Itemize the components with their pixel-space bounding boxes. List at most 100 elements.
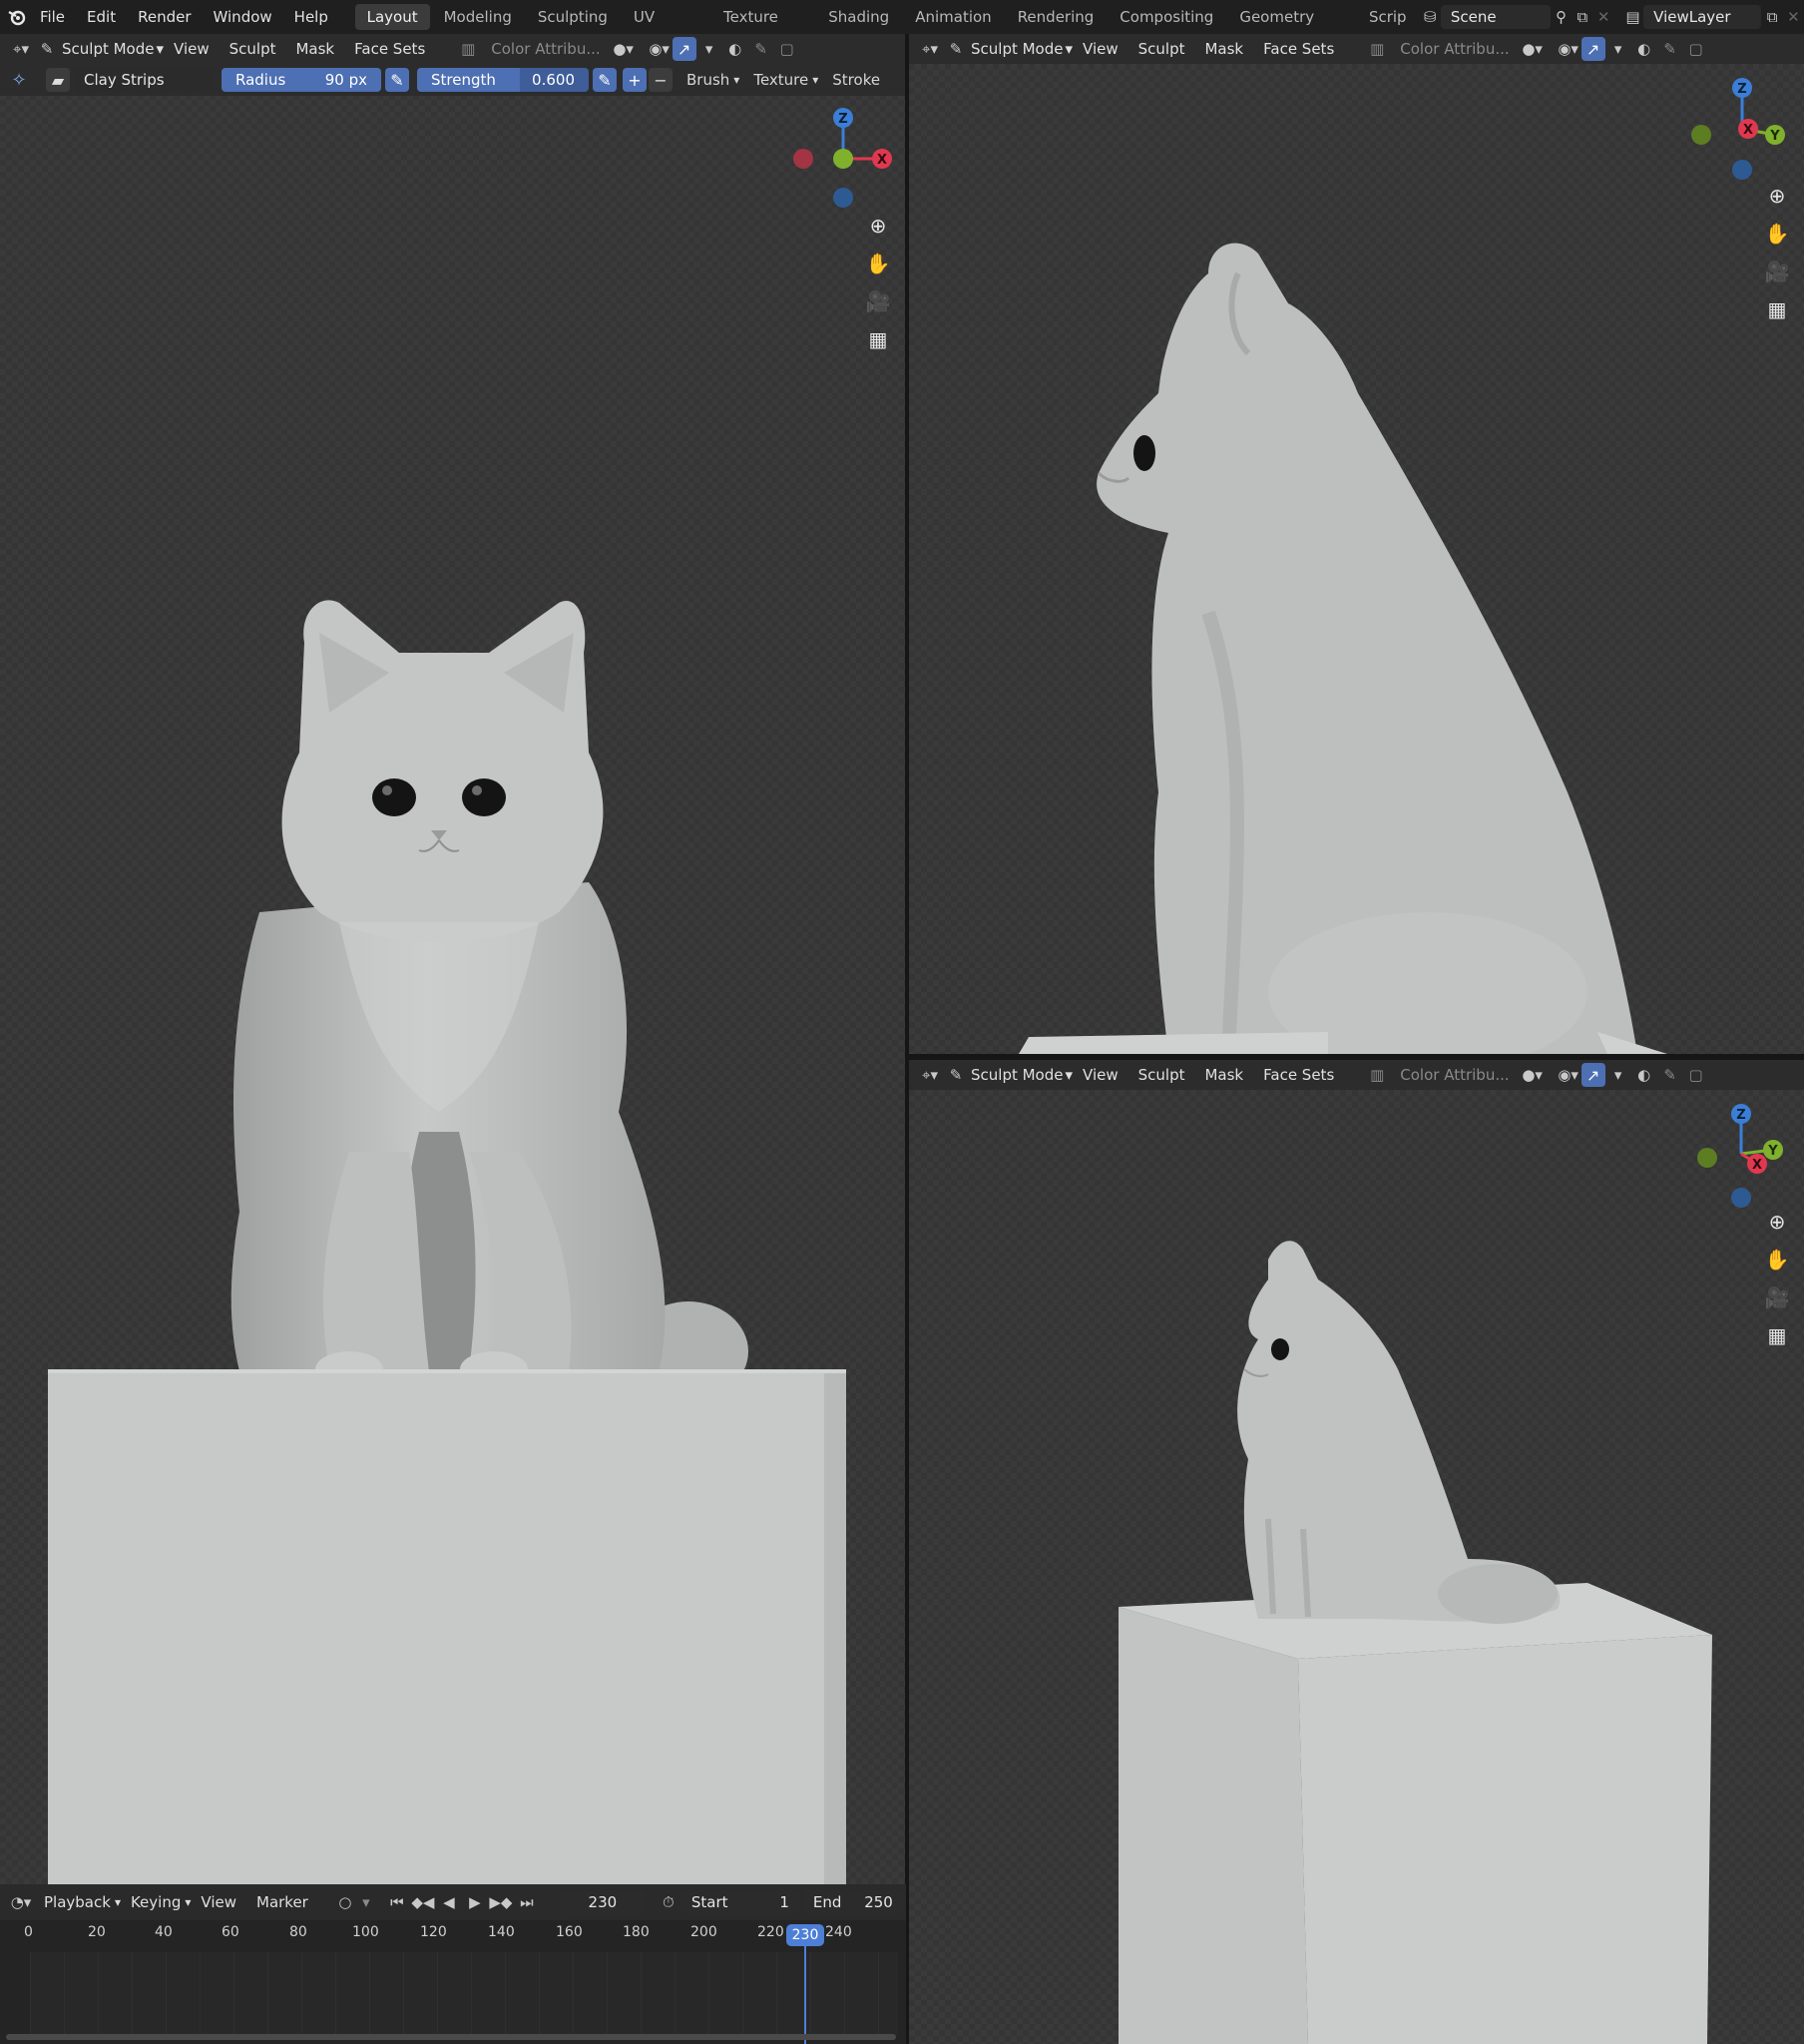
cat-model-perspective[interactable]: [909, 1220, 1804, 2044]
jump-start-icon[interactable]: ⏮: [384, 1890, 410, 1914]
navigation-gizmo-side[interactable]: Z Y X: [1683, 70, 1803, 190]
subtract-direction-icon[interactable]: −: [649, 68, 673, 92]
play-icon[interactable]: ▶: [462, 1890, 488, 1914]
menu-mask[interactable]: Mask: [1194, 40, 1253, 58]
radius-pressure-icon[interactable]: ✎: [385, 68, 409, 92]
view-layer-icon[interactable]: ▤: [1622, 5, 1643, 29]
pivot-icon[interactable]: ●▾: [611, 37, 637, 61]
tab-modeling[interactable]: Modeling: [432, 4, 524, 30]
pivot-icon[interactable]: ●▾: [1520, 37, 1546, 61]
neg-x-axis-icon[interactable]: [793, 149, 813, 169]
perspective-grid-icon[interactable]: ▦: [862, 323, 894, 355]
overlay-icon[interactable]: ▾: [696, 37, 722, 61]
auto-keying-icon[interactable]: ○: [332, 1890, 358, 1914]
xray-icon[interactable]: ✎: [1657, 37, 1683, 61]
menu-texture[interactable]: Texture: [739, 71, 812, 89]
menu-mask[interactable]: Mask: [1194, 1066, 1253, 1084]
pan-hand-icon[interactable]: ✋: [862, 248, 894, 279]
wireframe-icon[interactable]: ▢: [1683, 1063, 1709, 1087]
mode-selector[interactable]: Sculpt Mode: [969, 40, 1073, 58]
timeline-keyframe-area[interactable]: [30, 1952, 898, 2036]
overlay-icon[interactable]: ▾: [1605, 37, 1631, 61]
neg-y-axis-icon[interactable]: [1691, 125, 1711, 145]
keying-set-icon[interactable]: ▾: [358, 1890, 374, 1914]
tab-shading[interactable]: Shading: [816, 4, 901, 30]
neg-z-axis-icon[interactable]: [833, 188, 853, 208]
close-scene-icon[interactable]: ✕: [1593, 5, 1614, 29]
menu-sculpt[interactable]: Sculpt: [220, 40, 286, 58]
editor-type-icon[interactable]: ⌖▾: [917, 37, 943, 61]
menu-mask[interactable]: Mask: [285, 40, 344, 58]
zoom-icon[interactable]: ⊕: [862, 210, 894, 242]
xray-icon[interactable]: ✎: [1657, 1063, 1683, 1087]
jump-keyframe-back-icon[interactable]: ◆◀: [410, 1890, 436, 1914]
viewport-side[interactable]: ⌖▾ ✎ Sculpt Mode ▾ View Sculpt Mask Face…: [909, 34, 1804, 1054]
cat-model-side[interactable]: [909, 234, 1804, 1054]
add-direction-icon[interactable]: +: [623, 68, 647, 92]
color-attribute-field[interactable]: Color Attribu...: [1390, 40, 1519, 58]
neg-z-axis-icon[interactable]: [1732, 160, 1752, 180]
tab-layout[interactable]: Layout: [354, 4, 430, 30]
menu-playback[interactable]: Playback: [34, 1893, 115, 1911]
color-attribute-field[interactable]: Color Attribu...: [481, 40, 610, 58]
xray-icon[interactable]: ✎: [748, 37, 774, 61]
current-frame-field[interactable]: 230: [559, 1890, 646, 1914]
viewport-front[interactable]: ⌖▾ ✎ Sculpt Mode ▾ View Sculpt Mask Face…: [0, 34, 905, 1884]
editor-type-icon[interactable]: ⌖▾: [8, 37, 34, 61]
menu-sculpt[interactable]: Sculpt: [1128, 40, 1195, 58]
menu-timeline-view[interactable]: View: [191, 1893, 246, 1911]
scene-icon[interactable]: ⛁: [1420, 5, 1441, 29]
strength-slider[interactable]: Strength 0.600: [417, 68, 589, 92]
cat-model-front[interactable]: [0, 593, 905, 1884]
color-attribute-field[interactable]: Color Attribu...: [1390, 1066, 1519, 1084]
navigation-gizmo[interactable]: Z X: [784, 100, 904, 220]
editor-type-icon[interactable]: ⌖▾: [917, 1063, 943, 1087]
menu-face-sets[interactable]: Face Sets: [1253, 1066, 1344, 1084]
timeline-editor-type-icon[interactable]: ◔▾: [8, 1890, 34, 1914]
timeline-editor[interactable]: ◔▾ Playback ▾ Keying ▾ View Marker ○ ▾ ⏮ ◆…: [0, 1884, 906, 2044]
zoom-icon[interactable]: ⊕: [1761, 180, 1793, 212]
playhead-line[interactable]: [804, 1944, 806, 2044]
gizmo-toggle-icon[interactable]: ↗: [672, 37, 696, 61]
gizmo-toggle-icon[interactable]: ↗: [1580, 37, 1605, 61]
view-layer-field[interactable]: ViewLayer: [1643, 5, 1762, 29]
tab-compositing[interactable]: Compositing: [1108, 4, 1225, 30]
menu-keying[interactable]: Keying: [121, 1893, 185, 1911]
y-axis-icon[interactable]: [833, 149, 853, 169]
tab-sculpting[interactable]: Sculpting: [526, 4, 620, 30]
menu-stroke[interactable]: Stroke: [818, 71, 884, 89]
playhead-label[interactable]: 230: [786, 1924, 824, 1946]
shading-icon[interactable]: ◐: [1631, 1063, 1657, 1087]
mode-selector[interactable]: Sculpt Mode: [60, 40, 164, 58]
overlay-icon[interactable]: ▾: [1605, 1063, 1631, 1087]
brush-icon[interactable]: ✧: [6, 68, 32, 92]
visibility-icon[interactable]: ◉▾: [1556, 37, 1581, 61]
menu-view[interactable]: View: [1073, 40, 1128, 58]
menu-render[interactable]: Render: [127, 0, 202, 34]
tab-scripting[interactable]: Scrip: [1357, 4, 1419, 30]
blender-logo-icon[interactable]: [6, 5, 29, 29]
camera-view-icon[interactable]: 🎥: [862, 285, 894, 317]
pin-icon[interactable]: ⚲: [1551, 5, 1572, 29]
menu-face-sets[interactable]: Face Sets: [1253, 40, 1344, 58]
end-frame-field[interactable]: End 250: [802, 1890, 903, 1914]
pivot-icon[interactable]: ●▾: [1520, 1063, 1546, 1087]
navigation-gizmo-perspective[interactable]: Z Y X: [1683, 1098, 1803, 1218]
visibility-icon[interactable]: ◉▾: [1556, 1063, 1581, 1087]
menu-brush[interactable]: Brush: [673, 71, 733, 89]
tab-uv-editing[interactable]: UV Editing: [622, 4, 709, 52]
visibility-icon[interactable]: ◉▾: [647, 37, 673, 61]
play-reverse-icon[interactable]: ◀: [436, 1890, 462, 1914]
menu-edit[interactable]: Edit: [76, 0, 127, 34]
menu-sculpt[interactable]: Sculpt: [1128, 1066, 1195, 1084]
brush-name-field[interactable]: Clay Strips: [74, 68, 214, 92]
start-frame-field[interactable]: Start 1: [680, 1890, 799, 1914]
timeline-frame-ruler[interactable]: 0 20 40 60 80 100 120 140 160 180 200 22…: [0, 1924, 906, 1952]
strength-pressure-icon[interactable]: ✎: [593, 68, 617, 92]
neg-z-axis-icon[interactable]: [1731, 1188, 1751, 1208]
mode-selector[interactable]: Sculpt Mode: [969, 1066, 1073, 1084]
viewport-perspective[interactable]: ⌖▾ ✎ Sculpt Mode ▾ View Sculpt Mask Face…: [909, 1060, 1804, 2044]
menu-view[interactable]: View: [164, 40, 220, 58]
new-view-layer-icon[interactable]: ⧉: [1761, 5, 1782, 29]
scene-field[interactable]: Scene: [1440, 5, 1551, 29]
